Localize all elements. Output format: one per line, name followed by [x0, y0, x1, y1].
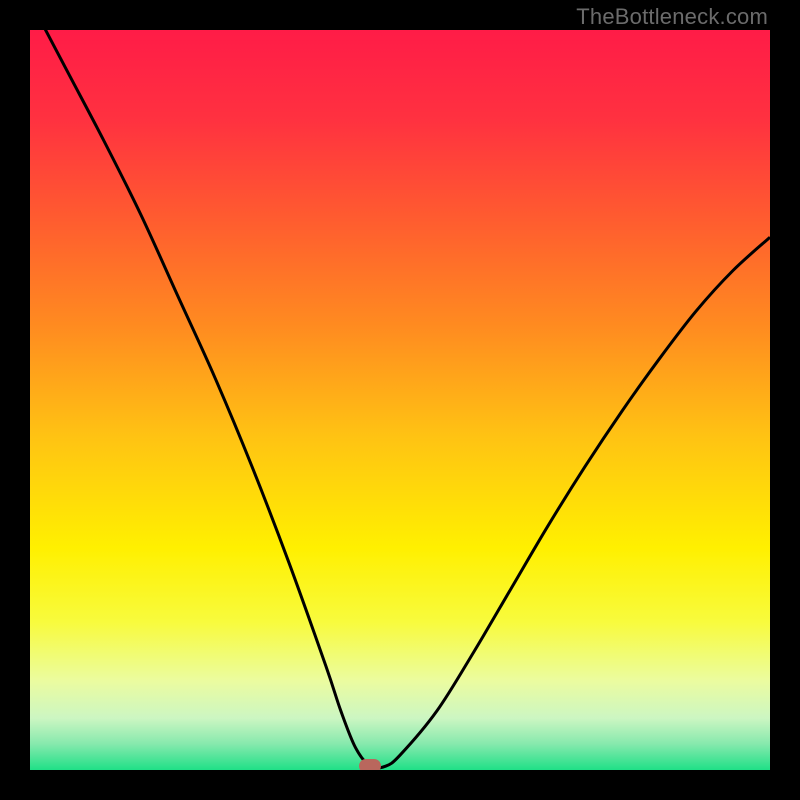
chart-frame: TheBottleneck.com — [0, 0, 800, 800]
curve-layer — [30, 30, 770, 770]
bottleneck-curve — [30, 30, 770, 768]
plot-area — [30, 30, 770, 770]
watermark-text: TheBottleneck.com — [576, 4, 768, 30]
